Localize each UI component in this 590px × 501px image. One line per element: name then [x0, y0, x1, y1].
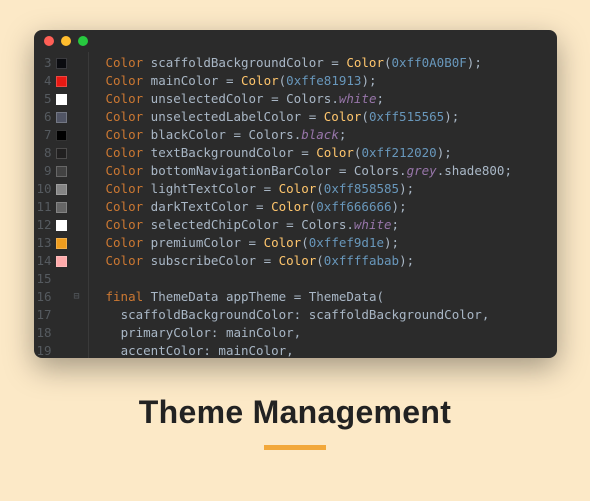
caption-underline	[264, 445, 326, 450]
code-area: 345678910111213141516171819 ⊟ Color scaf…	[34, 52, 557, 358]
color-swatch-icon	[56, 112, 67, 123]
line-number: 6	[34, 108, 54, 126]
fold-toggle-icon[interactable]: ⊟	[70, 288, 84, 306]
color-swatch-icon	[56, 76, 67, 87]
caption-title: Theme Management	[139, 394, 451, 431]
code-line: Color darkTextColor = Color(0xff666666);	[106, 198, 557, 216]
color-swatch-icon	[56, 238, 67, 249]
line-number: 4	[34, 72, 54, 90]
line-number: 12	[34, 216, 54, 234]
code-line: scaffoldBackgroundColor: scaffoldBackgro…	[106, 306, 557, 324]
color-swatch-icon	[56, 58, 67, 69]
color-swatch-icon	[56, 94, 67, 105]
code-editor-window: 345678910111213141516171819 ⊟ Color scaf…	[34, 30, 557, 358]
code-content[interactable]: Color scaffoldBackgroundColor = Color(0x…	[102, 52, 557, 358]
maximize-icon[interactable]	[78, 36, 88, 46]
line-number: 16	[34, 288, 54, 306]
color-swatch-icon	[56, 202, 67, 213]
color-swatch-icon	[56, 220, 67, 231]
line-number: 11	[34, 198, 54, 216]
code-line: Color mainColor = Color(0xffe81913);	[106, 72, 557, 90]
line-number: 19	[34, 342, 54, 358]
caption-block: Theme Management	[139, 394, 451, 450]
minimize-icon[interactable]	[61, 36, 71, 46]
code-line: Color scaffoldBackgroundColor = Color(0x…	[106, 54, 557, 72]
code-line: Color blackColor = Colors.black;	[106, 126, 557, 144]
color-swatch-icon	[56, 148, 67, 159]
indent-guide	[88, 52, 102, 358]
line-number: 18	[34, 324, 54, 342]
line-number: 9	[34, 162, 54, 180]
code-line: Color premiumColor = Color(0xffef9d1e);	[106, 234, 557, 252]
color-swatch-icon	[56, 256, 67, 267]
window-titlebar	[34, 30, 557, 52]
code-line: Color textBackgroundColor = Color(0xff21…	[106, 144, 557, 162]
code-line: Color bottomNavigationBarColor = Colors.…	[106, 162, 557, 180]
code-line: Color lightTextColor = Color(0xff858585)…	[106, 180, 557, 198]
color-swatch-icon	[56, 184, 67, 195]
code-line: primaryColor: mainColor,	[106, 324, 557, 342]
code-line: accentColor: mainColor,	[106, 342, 557, 358]
color-swatch-icon	[56, 166, 67, 177]
code-line: final ThemeData appTheme = ThemeData(	[106, 288, 557, 306]
line-number: 17	[34, 306, 54, 324]
color-swatch-gutter	[54, 52, 70, 358]
line-number: 5	[34, 90, 54, 108]
code-line	[106, 270, 557, 288]
line-number: 14	[34, 252, 54, 270]
line-number: 8	[34, 144, 54, 162]
close-icon[interactable]	[44, 36, 54, 46]
fold-gutter: ⊟	[70, 52, 84, 358]
code-line: Color selectedChipColor = Colors.white;	[106, 216, 557, 234]
line-number: 7	[34, 126, 54, 144]
line-number: 13	[34, 234, 54, 252]
code-line: Color subscribeColor = Color(0xffffabab)…	[106, 252, 557, 270]
line-number: 3	[34, 54, 54, 72]
code-line: Color unselectedColor = Colors.white;	[106, 90, 557, 108]
line-number: 15	[34, 270, 54, 288]
color-swatch-icon	[56, 130, 67, 141]
line-number-gutter: 345678910111213141516171819	[34, 52, 54, 358]
line-number: 10	[34, 180, 54, 198]
code-line: Color unselectedLabelColor = Color(0xff5…	[106, 108, 557, 126]
